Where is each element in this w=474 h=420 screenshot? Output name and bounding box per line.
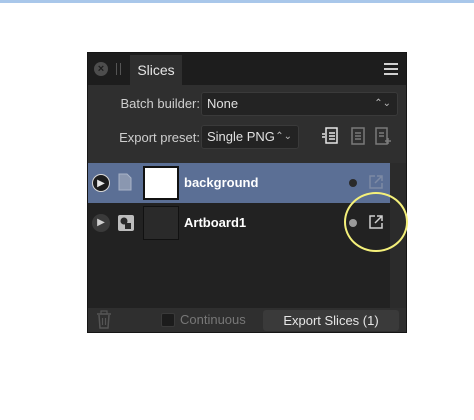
continuous-checkbox[interactable] bbox=[161, 313, 175, 327]
preset-document-icon[interactable] bbox=[349, 126, 367, 146]
batch-builder-label: Batch builder: bbox=[120, 96, 201, 111]
slice-row-background[interactable]: ▶ background bbox=[88, 163, 390, 203]
artboard-icon bbox=[117, 214, 135, 237]
document-icon bbox=[118, 173, 132, 196]
export-preset-value: Single PNG bbox=[207, 129, 275, 144]
export-preset-label: Export preset: bbox=[119, 130, 200, 145]
top-border bbox=[0, 0, 474, 3]
slice-name: Artboard1 bbox=[184, 215, 247, 230]
grip-icon[interactable] bbox=[116, 63, 122, 75]
export-slices-button[interactable]: Export Slices (1) bbox=[263, 310, 399, 331]
export-preset-select[interactable]: Single PNG ⌃⌄ bbox=[201, 125, 299, 149]
batch-builder-select[interactable]: None ⌃⌄ bbox=[201, 92, 398, 116]
preset-add-icon[interactable] bbox=[374, 126, 392, 146]
slices-panel: × Slices Batch builder: None ⌃⌄ Export p… bbox=[87, 52, 407, 333]
continuous-label: Continuous bbox=[180, 312, 246, 327]
expand-arrow-icon[interactable]: ▶ bbox=[92, 214, 110, 232]
hamburger-menu-icon[interactable] bbox=[384, 63, 398, 75]
highlight-circle bbox=[344, 192, 408, 252]
trash-icon[interactable] bbox=[96, 310, 112, 330]
slice-thumbnail bbox=[143, 166, 179, 200]
slice-thumbnail bbox=[143, 206, 179, 240]
status-dot[interactable] bbox=[349, 179, 357, 187]
expand-arrow-icon[interactable]: ▶ bbox=[92, 174, 110, 192]
tab-slices[interactable]: Slices bbox=[130, 55, 182, 85]
chevron-updown-icon: ⌃⌄ bbox=[374, 98, 391, 109]
batch-builder-value: None bbox=[207, 96, 239, 111]
slice-name: background bbox=[184, 175, 259, 190]
close-icon[interactable]: × bbox=[94, 62, 108, 76]
preset-list-icon[interactable] bbox=[321, 126, 339, 146]
chevron-updown-icon: ⌃⌄ bbox=[275, 131, 292, 142]
panel-footer: Continuous Export Slices (1) bbox=[88, 308, 406, 332]
panel-header: × Slices bbox=[88, 53, 406, 85]
